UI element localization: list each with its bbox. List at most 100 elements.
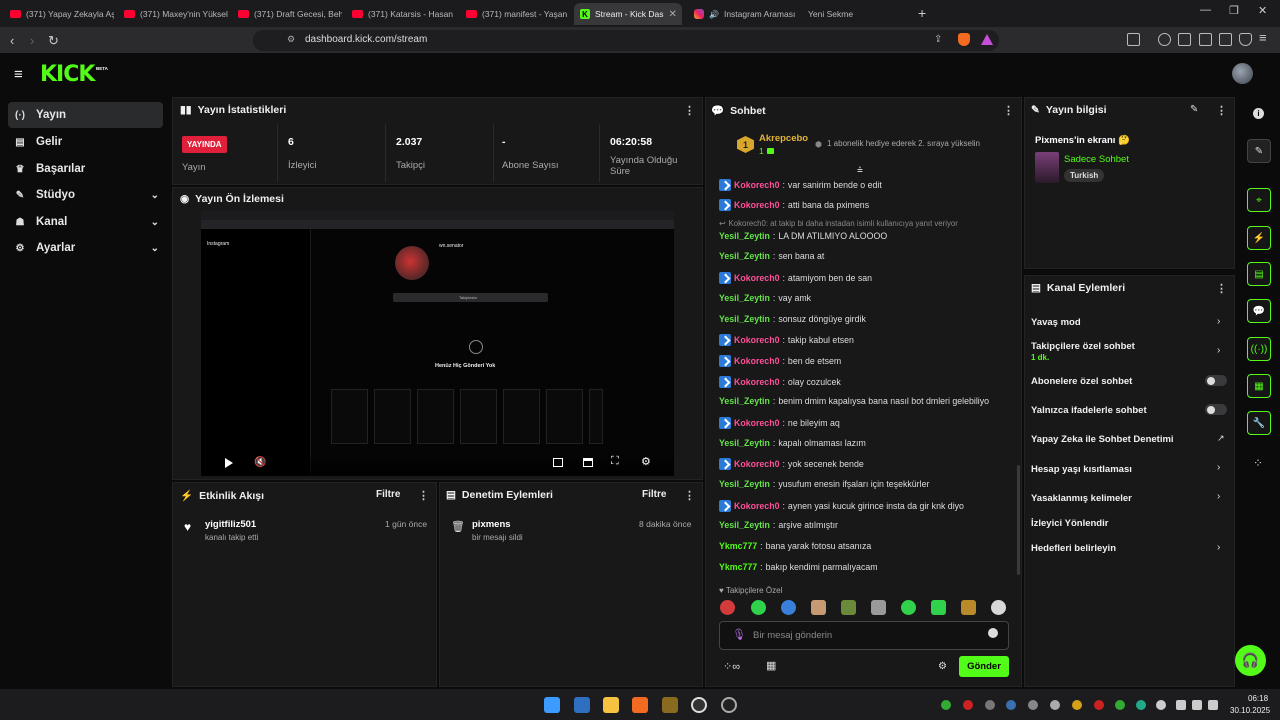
theater-icon[interactable] [583, 458, 593, 467]
moderation-menu-icon[interactable]: ⋮ [684, 489, 695, 502]
sidebar-item-studyo[interactable]: ✎ Stüdyo ⌄ [8, 182, 163, 208]
reader-icon[interactable] [1127, 33, 1140, 46]
windows-start-icon[interactable] [544, 697, 560, 713]
stream-preview-video[interactable]: Instagram wn.senator Takiptesin Henüz Hi… [201, 211, 674, 476]
sidebar-item-gelir[interactable]: ▤ Gelir [8, 129, 163, 155]
emote[interactable] [781, 600, 796, 615]
notes-tool-icon[interactable]: ▤ [1247, 262, 1271, 286]
emote-chat-toggle[interactable] [1205, 404, 1227, 415]
category-name[interactable]: Sadece Sohbet [1064, 154, 1129, 165]
broadcast-tool-icon[interactable]: ((·)) [1247, 337, 1271, 361]
sidebar-item-basarilar[interactable]: ♛ Başarılar [8, 156, 163, 182]
banned-words-item[interactable]: Yasaklanmış kelimeler [1031, 493, 1132, 504]
tray-icon[interactable] [1006, 700, 1016, 710]
lightning-tool-icon[interactable]: ⚡ [1247, 226, 1271, 250]
chat-settings-icon[interactable]: ⚙ [938, 661, 947, 672]
maximize-icon[interactable]: ❐ [1229, 4, 1239, 17]
pinned-expand-icon[interactable]: ⩮ [857, 165, 863, 176]
pip-icon[interactable] [553, 458, 563, 467]
info-icon[interactable]: i [1253, 108, 1264, 119]
tray-icon[interactable] [1094, 700, 1104, 710]
browser-tab[interactable]: (371) manifest - Yaşan [460, 3, 570, 25]
emoji-icon[interactable] [988, 628, 998, 638]
site-info-icon[interactable]: ⚙ [287, 34, 295, 45]
subs-chat-toggle[interactable] [1205, 375, 1227, 386]
forward-icon[interactable]: › [30, 33, 34, 48]
app-icon[interactable] [662, 697, 678, 713]
target-tool-icon[interactable]: ⌖ [1247, 188, 1271, 212]
age-restriction-item[interactable]: Hesap yaşı kısıtlaması [1031, 464, 1132, 475]
browser-tab[interactable]: (371) Yapay Zekayla Aş [4, 3, 114, 25]
avatar[interactable] [1232, 63, 1253, 84]
chat-tool-icon[interactable]: 💬 [1247, 299, 1271, 323]
reload-icon[interactable]: ↻ [48, 33, 59, 49]
emote[interactable] [871, 600, 886, 615]
moderation-user[interactable]: pixmens [472, 519, 511, 530]
emote[interactable] [931, 600, 946, 615]
browser-tab[interactable]: (371) Maxey'nin Yüksel [118, 3, 228, 25]
fullscreen-icon[interactable]: ⛶ [611, 455, 619, 468]
vpn-icon[interactable] [1239, 33, 1252, 46]
gifter-name[interactable]: Akrepcebo [759, 133, 808, 144]
emote[interactable] [901, 600, 916, 615]
slow-mode-item[interactable]: Yavaş mod [1031, 317, 1081, 328]
network-icon[interactable] [1176, 700, 1186, 710]
hamburger-icon[interactable]: ≡ [14, 66, 23, 83]
category-thumbnail[interactable] [1035, 152, 1059, 183]
raid-item[interactable]: İzleyici Yönlendir [1031, 518, 1108, 529]
stats-menu-icon[interactable]: ⋮ [684, 104, 695, 117]
photos-icon[interactable] [574, 697, 590, 713]
media-player-icon[interactable] [691, 697, 707, 713]
kick-logo[interactable]: KICK [40, 62, 95, 87]
mute-icon[interactable]: 🔇 [254, 457, 266, 468]
battery-icon[interactable] [1208, 700, 1218, 710]
clock-date[interactable]: 30.10.2025 [1230, 706, 1270, 715]
edit-icon[interactable]: ✎ [1190, 104, 1198, 115]
chat-scrollbar[interactable] [1017, 465, 1020, 575]
tray-icon[interactable] [1136, 700, 1146, 710]
store-icon[interactable]: ▦ [766, 659, 776, 672]
settings-gear-icon[interactable]: ⚙ [641, 455, 651, 468]
play-icon[interactable] [225, 458, 233, 468]
layout-tool-icon[interactable]: ▦ [1247, 374, 1271, 398]
brave-shields-icon[interactable] [958, 33, 970, 46]
tray-icon[interactable] [941, 700, 951, 710]
wallet-icon[interactable] [1199, 33, 1212, 46]
extensions-icon[interactable] [1219, 33, 1232, 46]
activity-user[interactable]: yigitfiliz501 [205, 519, 256, 530]
menu-icon[interactable]: ≡ [1259, 30, 1267, 45]
brave-browser-icon[interactable] [632, 697, 648, 713]
browser-tab[interactable]: (371) Draft Gecesi, Beh [232, 3, 342, 25]
close-tab-icon[interactable]: ✕ [669, 9, 677, 20]
channel-actions-menu-icon[interactable]: ⋮ [1216, 282, 1227, 295]
support-headset-icon[interactable]: 🎧 [1235, 645, 1266, 676]
steam-like-icon[interactable] [721, 697, 737, 713]
activity-menu-icon[interactable]: ⋮ [418, 489, 429, 502]
share-icon[interactable]: ⇪ [934, 34, 942, 45]
media-icon[interactable] [1158, 33, 1171, 46]
clock-time[interactable]: 06:18 [1248, 694, 1268, 703]
browser-tab-active[interactable]: K Stream - Kick Das ✕ [574, 3, 682, 25]
tray-icon[interactable] [1028, 700, 1038, 710]
chat-menu-icon[interactable]: ⋮ [1003, 104, 1014, 117]
minimize-icon[interactable]: — [1200, 4, 1211, 16]
sidebar-icon[interactable] [1178, 33, 1191, 46]
sidebar-item-ayarlar[interactable]: ⚙ Ayarlar ⌄ [8, 235, 163, 261]
wrench-tool-icon[interactable]: 🔧 [1247, 411, 1271, 435]
tray-icon[interactable] [1115, 700, 1125, 710]
tray-icon[interactable] [963, 700, 973, 710]
moderation-filter-button[interactable]: Filtre [642, 489, 666, 500]
followers-chat-item[interactable]: Takipçilere özel sohbet [1031, 341, 1135, 352]
stream-info-menu-icon[interactable]: ⋮ [1216, 104, 1227, 117]
emote[interactable] [961, 600, 976, 615]
microphone-icon[interactable]: 🎙 [732, 628, 746, 641]
kick-points-icon[interactable]: ⁘∞ [723, 660, 740, 673]
sidebar-item-yayin[interactable]: (·) Yayın [8, 102, 163, 128]
activity-filter-button[interactable]: Filtre [376, 489, 400, 500]
sidebar-item-kanal[interactable]: ☗ Kanal ⌄ [8, 209, 163, 235]
microphone-tray-icon[interactable] [1156, 700, 1166, 710]
file-explorer-icon[interactable] [603, 697, 619, 713]
back-icon[interactable]: ‹ [10, 33, 14, 48]
browser-tab[interactable]: 🔊 Instagram Araması [688, 3, 798, 25]
new-tab-button[interactable]: + [918, 5, 926, 21]
